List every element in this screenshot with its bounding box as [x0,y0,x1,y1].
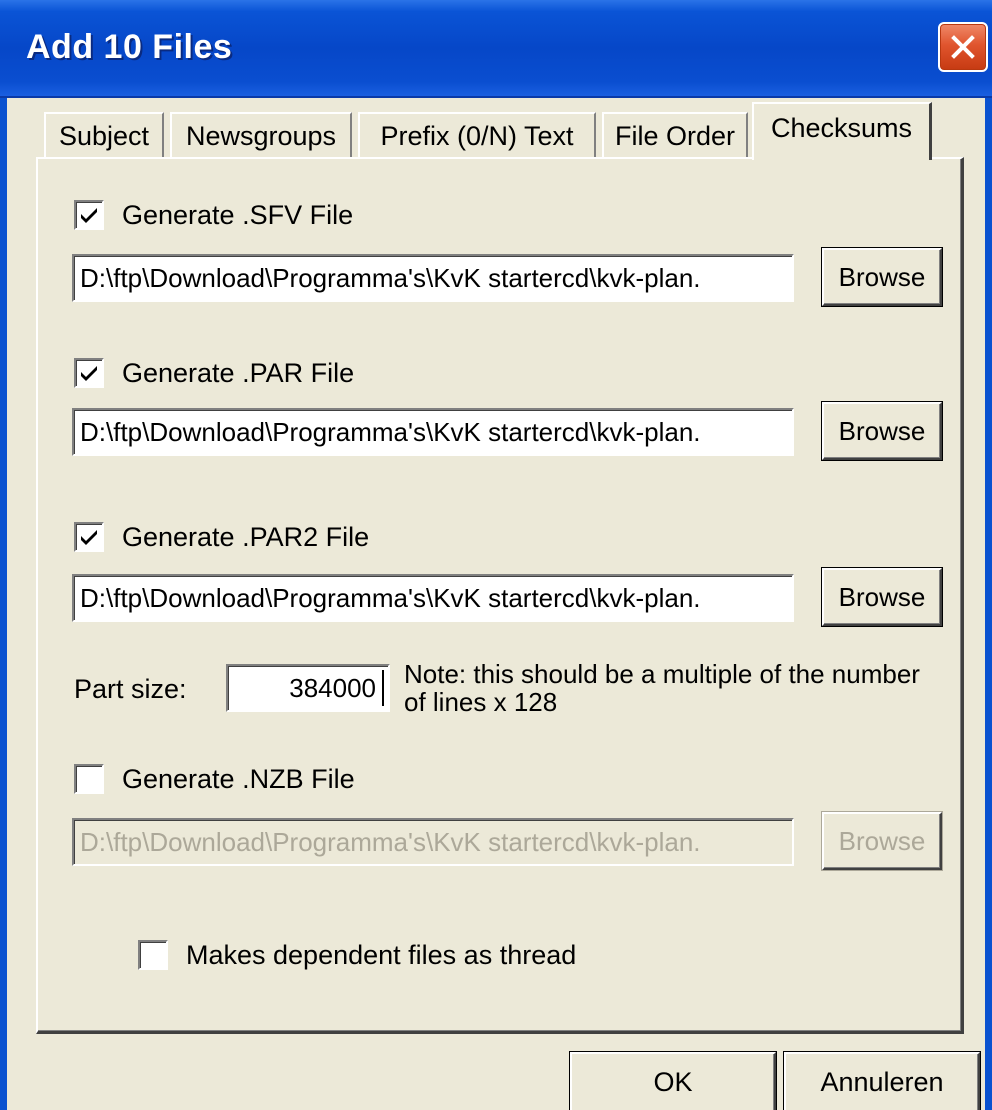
tab-checksums[interactable]: Checksums [752,102,932,160]
tab-file-order[interactable]: File Order [602,112,748,158]
par-path-input[interactable]: D:\ftp\Download\Programma's\KvK starterc… [72,408,794,456]
checkmark-icon [81,208,97,223]
par2-checkbox[interactable] [74,522,104,552]
checkmark-icon [81,530,97,545]
par2-path-input[interactable]: D:\ftp\Download\Programma's\KvK starterc… [72,574,794,622]
tab-newsgroups[interactable]: Newsgroups [170,112,352,158]
tab-file-order-label: File Order [614,120,736,151]
par2-browse-button[interactable]: Browse [822,568,942,626]
close-button[interactable] [938,22,988,72]
part-size-input[interactable]: 384000 [226,664,390,712]
thread-checkbox[interactable] [138,940,168,970]
window-border-left [0,98,7,1110]
tab-subject[interactable]: Subject [44,112,164,158]
part-size-label: Part size: [74,674,187,704]
sfv-checkbox[interactable] [74,200,104,230]
par2-label: Generate .PAR2 File [122,522,370,552]
par-browse-button[interactable]: Browse [822,402,942,460]
sfv-label: Generate .SFV File [122,200,354,230]
close-icon [951,35,975,59]
cancel-button[interactable]: Annuleren [784,1052,980,1110]
par-label: Generate .PAR File [122,358,355,388]
thread-label: Makes dependent files as thread [186,940,577,970]
tab-prefix-text[interactable]: Prefix (0/N) Text [358,112,596,158]
par-checkbox[interactable] [74,358,104,388]
tab-subject-label: Subject [58,120,150,151]
nzb-browse-button[interactable]: Browse [822,812,942,870]
ok-button[interactable]: OK [570,1052,776,1110]
sfv-browse-button[interactable]: Browse [822,248,942,306]
sfv-path-input[interactable]: D:\ftp\Download\Programma's\KvK starterc… [72,254,794,302]
tab-prefix-label: Prefix (0/N) Text [380,120,574,151]
nzb-path-input[interactable]: D:\ftp\Download\Programma's\KvK starterc… [72,818,794,866]
part-size-note: Note: this should be a multiple of the n… [404,659,920,717]
text-caret [382,670,384,706]
checkmark-icon [81,366,97,381]
tab-newsgroups-label: Newsgroups [185,120,337,151]
nzb-label: Generate .NZB File [122,764,355,794]
nzb-checkbox[interactable] [74,764,104,794]
tab-checksums-label: Checksums [770,112,913,143]
window-title: Add 10 Files [26,28,233,66]
window-border-right [985,98,992,1110]
